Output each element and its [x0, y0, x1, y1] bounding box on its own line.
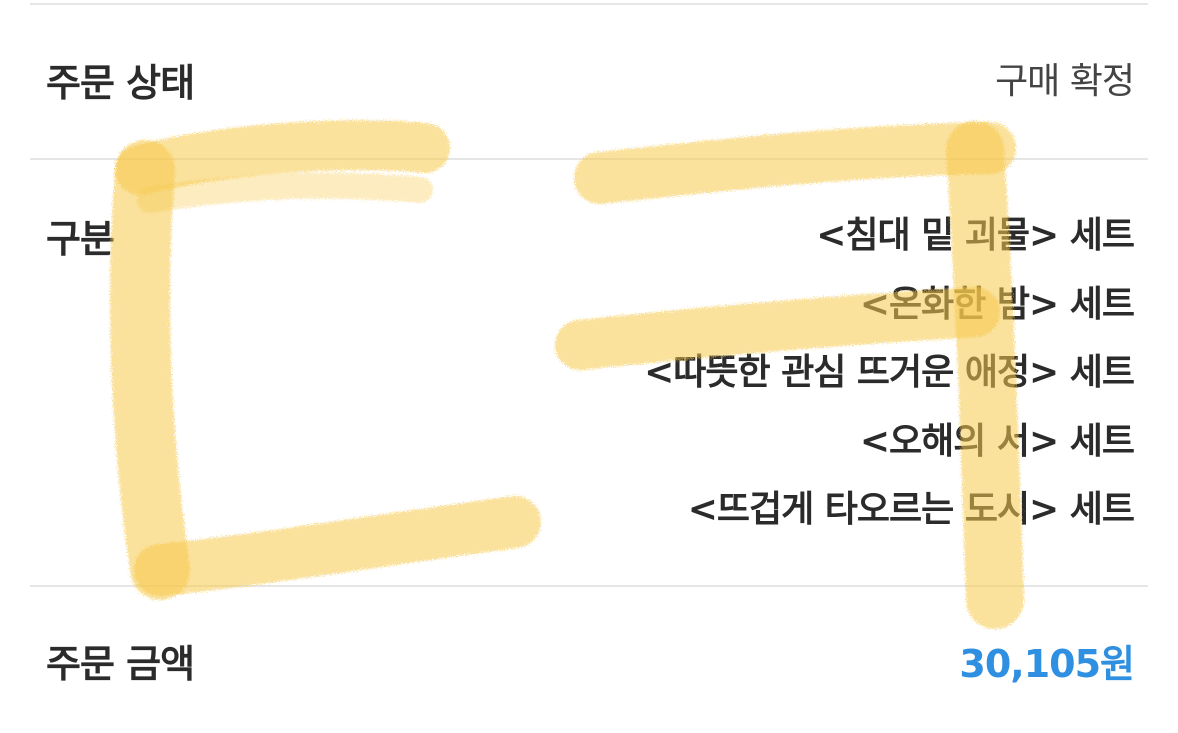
status-divider	[30, 158, 1148, 160]
set-item: <뜨겁게 타오르는 도시> 세트	[687, 489, 1135, 530]
top-divider	[30, 3, 1148, 5]
set-list: <침대 밑 괴물> 세트 <온화한 밤> 세트 <따뜻한 관심 뜨거운 애정> …	[644, 214, 1135, 557]
set-item: <침대 밑 괴물> 세트	[816, 215, 1135, 256]
category-label: 구분	[46, 217, 115, 261]
set-item: <온화한 밤> 세트	[859, 283, 1135, 325]
order-amount-value: 30,105원	[959, 642, 1135, 686]
category-divider	[30, 585, 1148, 587]
order-detail-panel: 주문 상태 구매 확정 구분 <침대 밑 괴물> 세트 <온화한 밤> 세트 <…	[0, 0, 1178, 733]
order-status-label: 주문 상태	[46, 61, 195, 105]
set-item: <따뜻한 관심 뜨거운 애정> 세트	[644, 352, 1135, 393]
order-status-value: 구매 확정	[995, 61, 1135, 102]
set-item: <오해의 서> 세트	[859, 420, 1135, 462]
order-amount-label: 주문 금액	[46, 642, 195, 686]
